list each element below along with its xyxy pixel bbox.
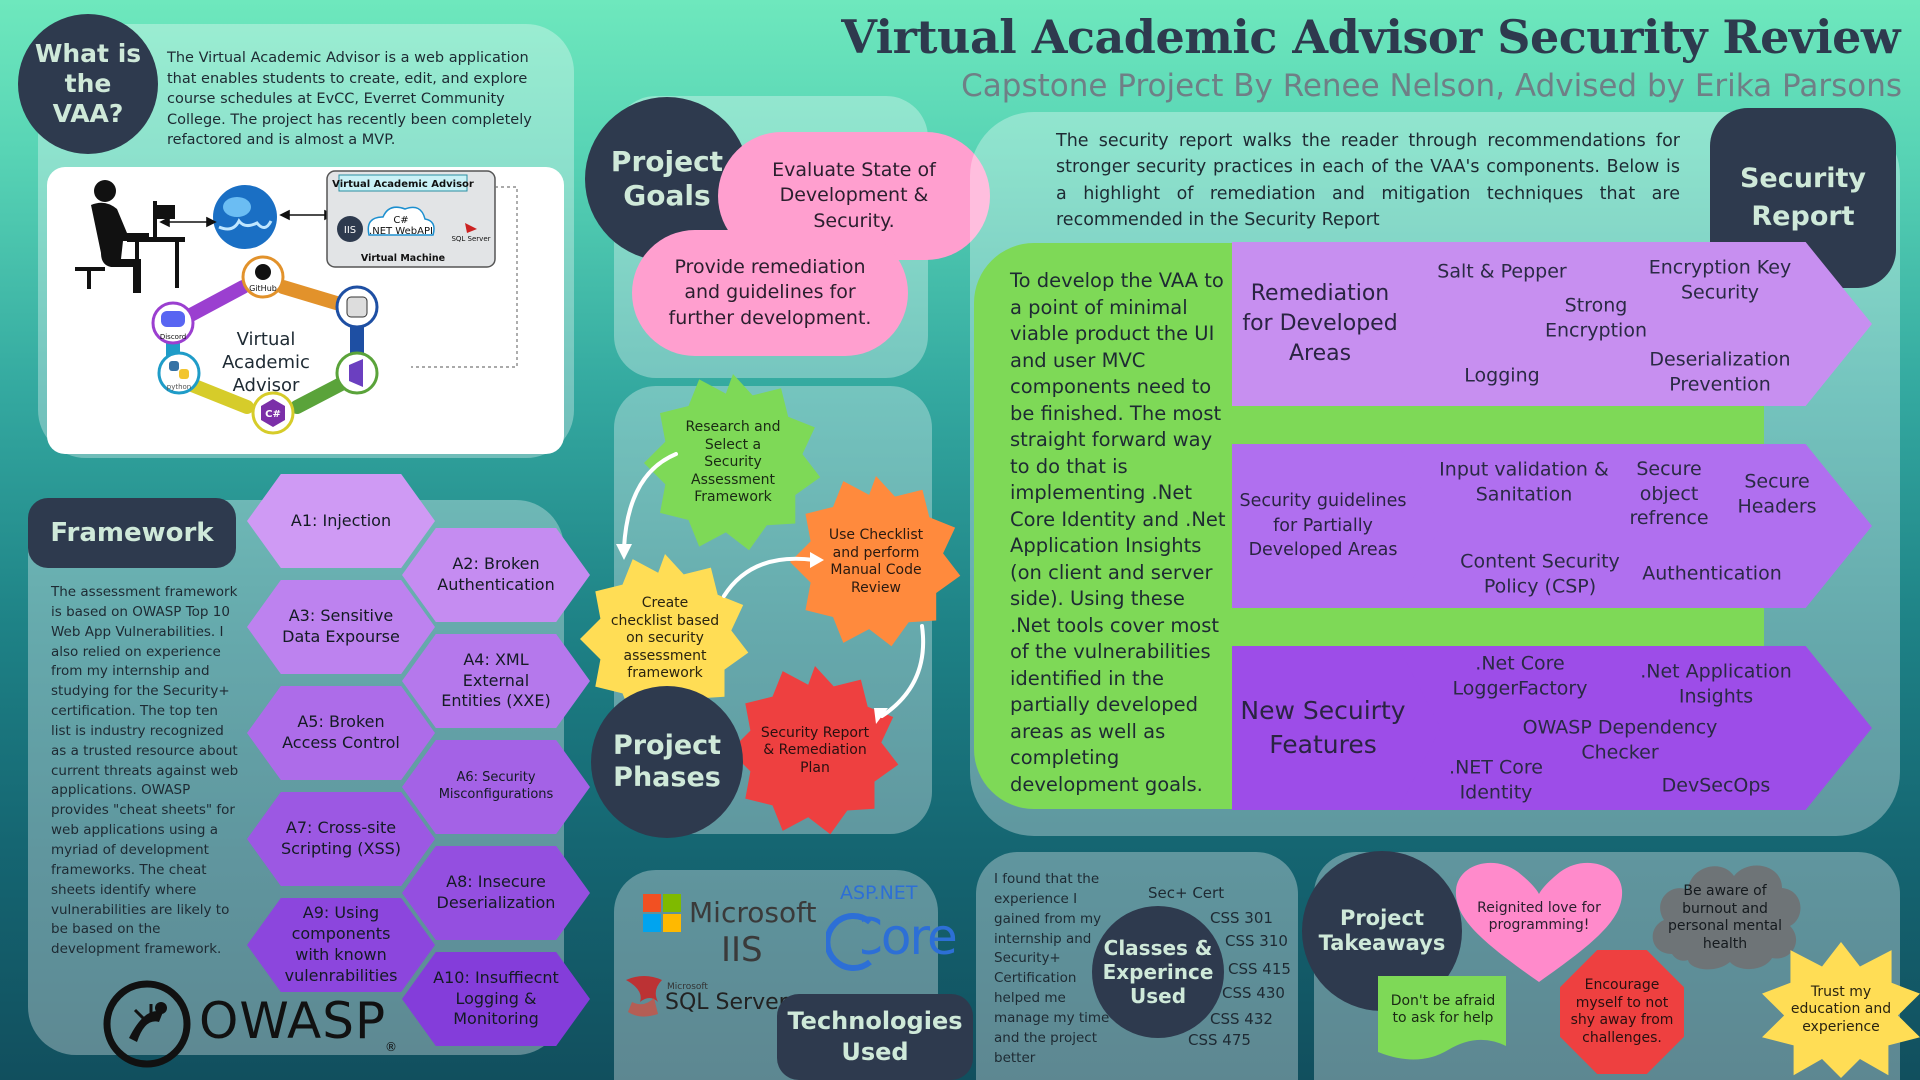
iis-label: IIS [344,225,356,236]
item-devsecops: DevSecOps [1661,774,1771,797]
item-encryption-key: Encryption Key Security [1648,256,1792,303]
owasp-logo-text: OWASP [199,992,387,1050]
center-label-line1: Virtual [237,329,296,350]
owasp-wasp-icon [103,980,191,1068]
course-css415: CSS 415 [1228,960,1291,978]
discord-node-icon: Discord [151,301,195,345]
item-input-validation: Input validation & Sanitation [1439,458,1609,505]
item-secure-headers: Secure Headers [1737,470,1817,517]
sec-plus-cert: Sec+ Cert [1148,884,1225,902]
item-salt-pepper: Salt & Pepper [1437,260,1567,283]
center-label-line2: Academic [222,352,310,373]
arrow-review-to-report [880,624,926,718]
framework-text: The assessment framework is based on OWA… [51,584,239,958]
python-node-icon: python [157,351,201,395]
course-css432: CSS 432 [1210,1010,1273,1028]
item-strong-encryption: Strong Encryption [1544,294,1647,341]
item-core-identity: .NET Core Identity [1449,756,1543,803]
github-label: GitHub [249,284,277,293]
course-css301: CSS 301 [1210,909,1273,927]
row-new-features-arrow: .Net Core LoggerFactory .Net Application… [1398,646,1872,810]
database-node-icon [335,285,379,329]
row-remediation-label: Remediation for Developed Areas [1242,281,1398,366]
owasp-a2: A2: Broken Authentication [402,528,590,622]
iis-label: IIS [721,930,763,970]
sql-server-logo-icon [626,976,662,1017]
takeaway-reignited: Reignited love for programming! [1477,899,1601,934]
vm-title: Virtual Academic Advisor [332,179,474,190]
csharp-label: C# [393,215,408,226]
item-authentication: Authentication [1642,562,1782,585]
takeaway-burnout: Be aware of burnout and personal mental … [1668,883,1782,952]
owasp-a10: A10: Insuffiecnt Logging & Monitoring [402,952,590,1046]
architecture-svg: Virtual Academic Advisor IIS C# .NET Web… [75,170,518,435]
classes-heading: Classes & Experince Used [1092,906,1224,1038]
report-body: To develop the VAA to a point of minimal… [1010,269,1226,796]
aspnet-label: ASP.NET [840,882,918,904]
sql-server-label: SQL Server [451,235,490,243]
takeaway-ask-for-help: Don't be afraid to ask for help [1390,992,1496,1027]
item-loggerfactory: .Net Core LoggerFactory [1452,652,1588,699]
owasp-a5: A5: Broken Access Control [247,686,435,780]
discord-label: Discord [160,333,186,341]
poster-title: Virtual Academic Advisor Security Review [841,10,1900,64]
row-remediation-arrow: Salt & Pepper Encryption Key Security St… [1398,242,1872,406]
row-guidelines-arrow: Input validation & Sanitation Secure obj… [1398,444,1872,608]
sql-server-label: SQL Server [665,990,788,1015]
owasp-logo: OWASP ® [103,980,403,1068]
row-new-features-label: New Secuirty Features [1240,696,1406,759]
goal-remediation: Provide remediation and guidelines for f… [632,230,908,356]
arrow-research-to-checklist [622,452,678,550]
github-node-icon: GitHub [241,255,285,299]
course-css475: CSS 475 [1188,1031,1251,1049]
architecture-diagram: Virtual Academic Advisor IIS C# .NET Web… [47,167,564,454]
owasp-a4: A4: XML External Entities (XXE) [402,634,590,728]
owasp-a1: A1: Injection [247,474,435,568]
microsoft-logo-icon [643,894,681,932]
takeaway-challenges: Encourage myself to not shy away from ch… [1570,977,1674,1046]
course-css430: CSS 430 [1222,984,1285,1002]
owasp-a7: A7: Cross-site Scripting (XSS) [247,792,435,886]
owasp-a9: A9: Using components with known vulenrab… [247,898,435,992]
item-csp: Content Security Policy (CSP) [1460,550,1620,597]
owasp-a8: A8: Insecure Deserialization [402,846,590,940]
phases-heading: Project Phases [591,686,743,838]
framework-heading: Framework [28,498,236,568]
owasp-a6: A6: Security Misconfigurations [402,740,590,834]
owasp-registered-mark: ® [385,1040,397,1054]
course-css310: CSS 310 [1225,932,1288,950]
webapi-label: .NET WebAPI [369,226,433,237]
svg-text:C#: C# [265,409,281,420]
tech-heading: Technologies Used [777,994,973,1080]
report-intro: The security report walks the reader thr… [1056,131,1680,230]
user-at-computer-icon [75,180,185,293]
globe-icon [213,185,277,249]
item-logging: Logging [1464,364,1540,387]
python-label: python [167,383,192,391]
owasp-a3: A3: Sensitive Data Expourse [247,580,435,674]
center-label-line3: Advisor [233,375,300,396]
item-deserialization: Deserialization Prevention [1649,348,1791,395]
item-secure-object-ref: Secure object refrence [1629,457,1709,530]
vm-label: Virtual Machine [361,253,445,264]
what-is-heading: What is the VAA? [18,14,158,154]
arrow-checklist-to-review [722,556,816,598]
csharp-node-icon: C# [251,391,295,435]
aspnet-core-label: Core [848,908,956,966]
microsoft-label: Microsoft [689,896,817,929]
what-is-text: The Virtual Academic Advisor is a web ap… [167,50,532,149]
row-guidelines-label: Security guidelines for Partially Develo… [1239,491,1407,561]
item-app-insights: .Net Application Insights [1640,660,1792,707]
visual-studio-node-icon [335,351,379,395]
